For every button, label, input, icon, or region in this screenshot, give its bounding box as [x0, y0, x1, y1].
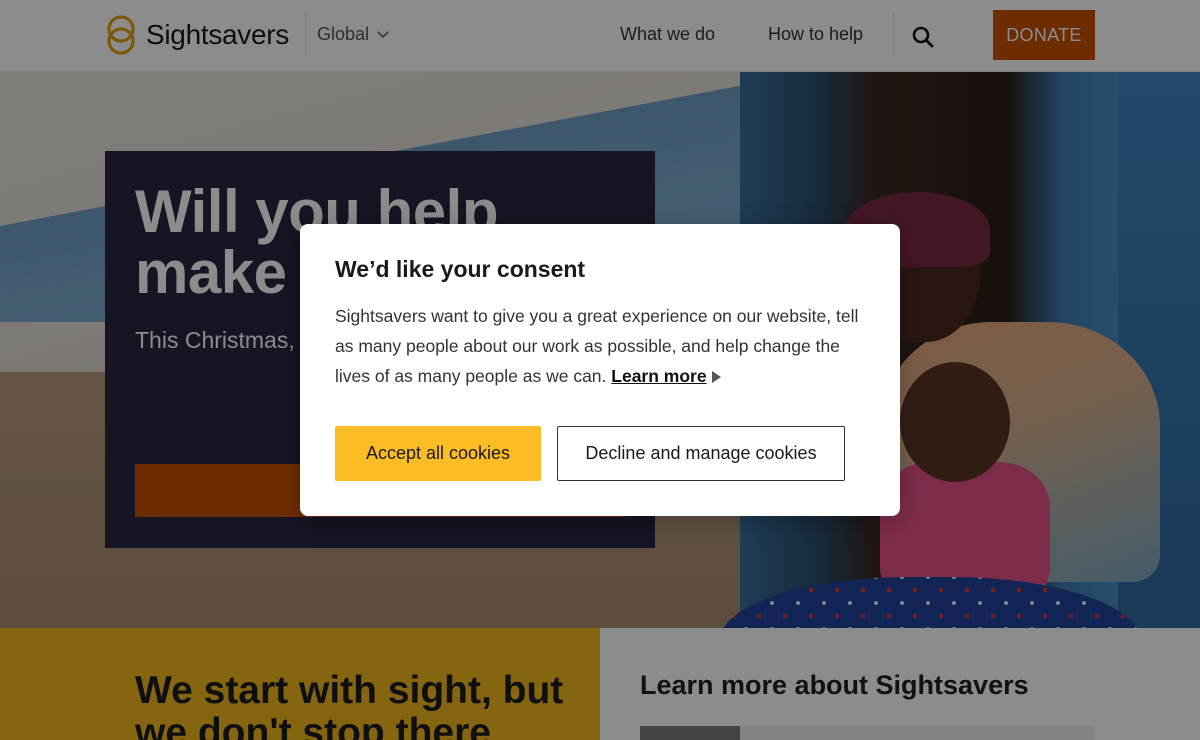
- consent-title: We’d like your consent: [335, 256, 586, 282]
- accept-cookies-button[interactable]: Accept all cookies: [335, 426, 541, 481]
- learn-more-link[interactable]: Learn more: [611, 366, 706, 386]
- decline-cookies-button[interactable]: Decline and manage cookies: [557, 426, 845, 481]
- consent-text: Sightsavers want to give you a great exp…: [335, 306, 859, 386]
- cookie-consent-dialog: We’d like your consent Sightsavers want …: [300, 224, 900, 516]
- consent-body: Sightsavers want to give you a great exp…: [335, 301, 865, 391]
- play-arrow-icon: [711, 371, 721, 383]
